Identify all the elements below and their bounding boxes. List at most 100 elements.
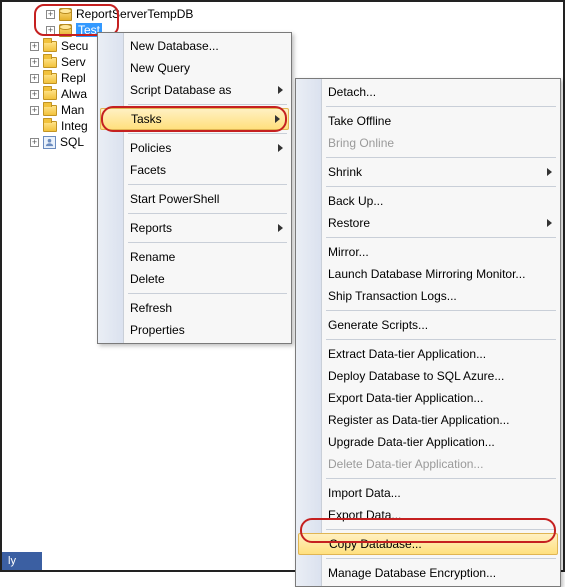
menu-item-manage-encryption[interactable]: Manage Database Encryption... (296, 562, 560, 584)
tree-label: Secu (61, 39, 88, 53)
expand-icon[interactable]: + (30, 58, 39, 67)
menu-label: Import Data... (328, 486, 401, 500)
menu-item-mirror[interactable]: Mirror... (296, 241, 560, 263)
menu-label: Facets (130, 163, 166, 177)
menu-item-ship-transaction-logs[interactable]: Ship Transaction Logs... (296, 285, 560, 307)
submenu-arrow-icon (547, 219, 552, 227)
menu-item-copy-database[interactable]: Copy Database... (298, 533, 558, 555)
menu-label: New Database... (130, 39, 219, 53)
expand-icon[interactable]: + (30, 74, 39, 83)
menu-label: Copy Database... (329, 537, 422, 551)
expand-icon[interactable]: + (30, 90, 39, 99)
tree-label: Alwa (61, 87, 87, 101)
menu-label: Export Data-tier Application... (328, 391, 483, 405)
menu-separator (326, 558, 556, 559)
menu-item-import-data[interactable]: Import Data... (296, 482, 560, 504)
menu-item-generate-scripts[interactable]: Generate Scripts... (296, 314, 560, 336)
menu-separator (326, 529, 556, 530)
menu-label: Restore (328, 216, 370, 230)
menu-item-take-offline[interactable]: Take Offline (296, 110, 560, 132)
context-menu-tasks[interactable]: Detach... Take Offline Bring Online Shri… (295, 78, 561, 587)
expand-icon[interactable]: + (46, 26, 55, 35)
tree-label: Man (61, 103, 84, 117)
menu-separator (128, 104, 287, 105)
menu-separator (326, 310, 556, 311)
menu-label: Take Offline (328, 114, 391, 128)
folder-icon (43, 73, 57, 84)
menu-separator (326, 339, 556, 340)
menu-separator (326, 478, 556, 479)
menu-item-new-query[interactable]: New Query (98, 57, 291, 79)
expand-icon[interactable]: + (46, 10, 55, 19)
expand-icon[interactable]: + (30, 42, 39, 51)
menu-label: Shrink (328, 165, 362, 179)
folder-icon (43, 121, 57, 132)
submenu-arrow-icon (278, 86, 283, 94)
menu-separator (128, 213, 287, 214)
menu-item-refresh[interactable]: Refresh (98, 297, 291, 319)
menu-label: Ship Transaction Logs... (328, 289, 457, 303)
folder-icon (43, 41, 57, 52)
context-menu-database[interactable]: New Database... New Query Script Databas… (97, 32, 292, 344)
submenu-arrow-icon (278, 144, 283, 152)
menu-item-tasks[interactable]: Tasks (100, 108, 289, 130)
menu-label: Reports (130, 221, 172, 235)
menu-label: Register as Data-tier Application... (328, 413, 509, 427)
menu-item-delete-data-tier: Delete Data-tier Application... (296, 453, 560, 475)
menu-item-back-up[interactable]: Back Up... (296, 190, 560, 212)
folder-icon (43, 57, 57, 68)
menu-label: Back Up... (328, 194, 383, 208)
menu-label: Delete Data-tier Application... (328, 457, 483, 471)
menu-item-reports[interactable]: Reports (98, 217, 291, 239)
menu-item-extract-data-tier[interactable]: Extract Data-tier Application... (296, 343, 560, 365)
expand-icon[interactable]: + (30, 106, 39, 115)
menu-label: Script Database as (130, 83, 231, 97)
menu-item-properties[interactable]: Properties (98, 319, 291, 341)
tree-label: ReportServerTempDB (76, 7, 193, 21)
menu-separator (326, 106, 556, 107)
menu-item-deploy-sql-azure[interactable]: Deploy Database to SQL Azure... (296, 365, 560, 387)
folder-icon (43, 105, 57, 116)
menu-item-new-database[interactable]: New Database... (98, 35, 291, 57)
menu-label: Refresh (130, 301, 172, 315)
menu-label: Bring Online (328, 136, 394, 150)
menu-item-shrink[interactable]: Shrink (296, 161, 560, 183)
menu-item-policies[interactable]: Policies (98, 137, 291, 159)
tree-label: Repl (61, 71, 86, 85)
menu-item-facets[interactable]: Facets (98, 159, 291, 181)
menu-item-rename[interactable]: Rename (98, 246, 291, 268)
tree-item-db-reportservertempdb[interactable]: + ReportServerTempDB (46, 6, 282, 22)
menu-item-delete[interactable]: Delete (98, 268, 291, 290)
menu-label: Deploy Database to SQL Azure... (328, 369, 504, 383)
menu-separator (326, 186, 556, 187)
menu-item-upgrade-data-tier[interactable]: Upgrade Data-tier Application... (296, 431, 560, 453)
menu-item-register-data-tier[interactable]: Register as Data-tier Application... (296, 409, 560, 431)
menu-item-start-powershell[interactable]: Start PowerShell (98, 188, 291, 210)
menu-separator (326, 157, 556, 158)
tree-label: Serv (61, 55, 86, 69)
menu-label: Tasks (131, 112, 162, 126)
menu-label: New Query (130, 61, 190, 75)
menu-item-launch-mirroring-monitor[interactable]: Launch Database Mirroring Monitor... (296, 263, 560, 285)
status-text: ly (8, 555, 16, 567)
menu-label: Extract Data-tier Application... (328, 347, 486, 361)
menu-separator (326, 237, 556, 238)
tree-label: Integ (61, 119, 88, 133)
submenu-arrow-icon (547, 168, 552, 176)
menu-label: Export Data... (328, 508, 401, 522)
menu-label: Launch Database Mirroring Monitor... (328, 267, 525, 281)
folder-icon (43, 89, 57, 100)
menu-separator (128, 293, 287, 294)
menu-item-script-database-as[interactable]: Script Database as (98, 79, 291, 101)
expand-icon[interactable]: + (30, 138, 39, 147)
menu-item-export-data-tier[interactable]: Export Data-tier Application... (296, 387, 560, 409)
menu-item-restore[interactable]: Restore (296, 212, 560, 234)
menu-label: Mirror... (328, 245, 369, 259)
menu-label: Upgrade Data-tier Application... (328, 435, 495, 449)
status-bar: ly (2, 552, 42, 570)
menu-separator (128, 184, 287, 185)
menu-label: Rename (130, 250, 175, 264)
menu-item-export-data[interactable]: Export Data... (296, 504, 560, 526)
menu-label: Detach... (328, 85, 376, 99)
menu-item-detach[interactable]: Detach... (296, 81, 560, 103)
